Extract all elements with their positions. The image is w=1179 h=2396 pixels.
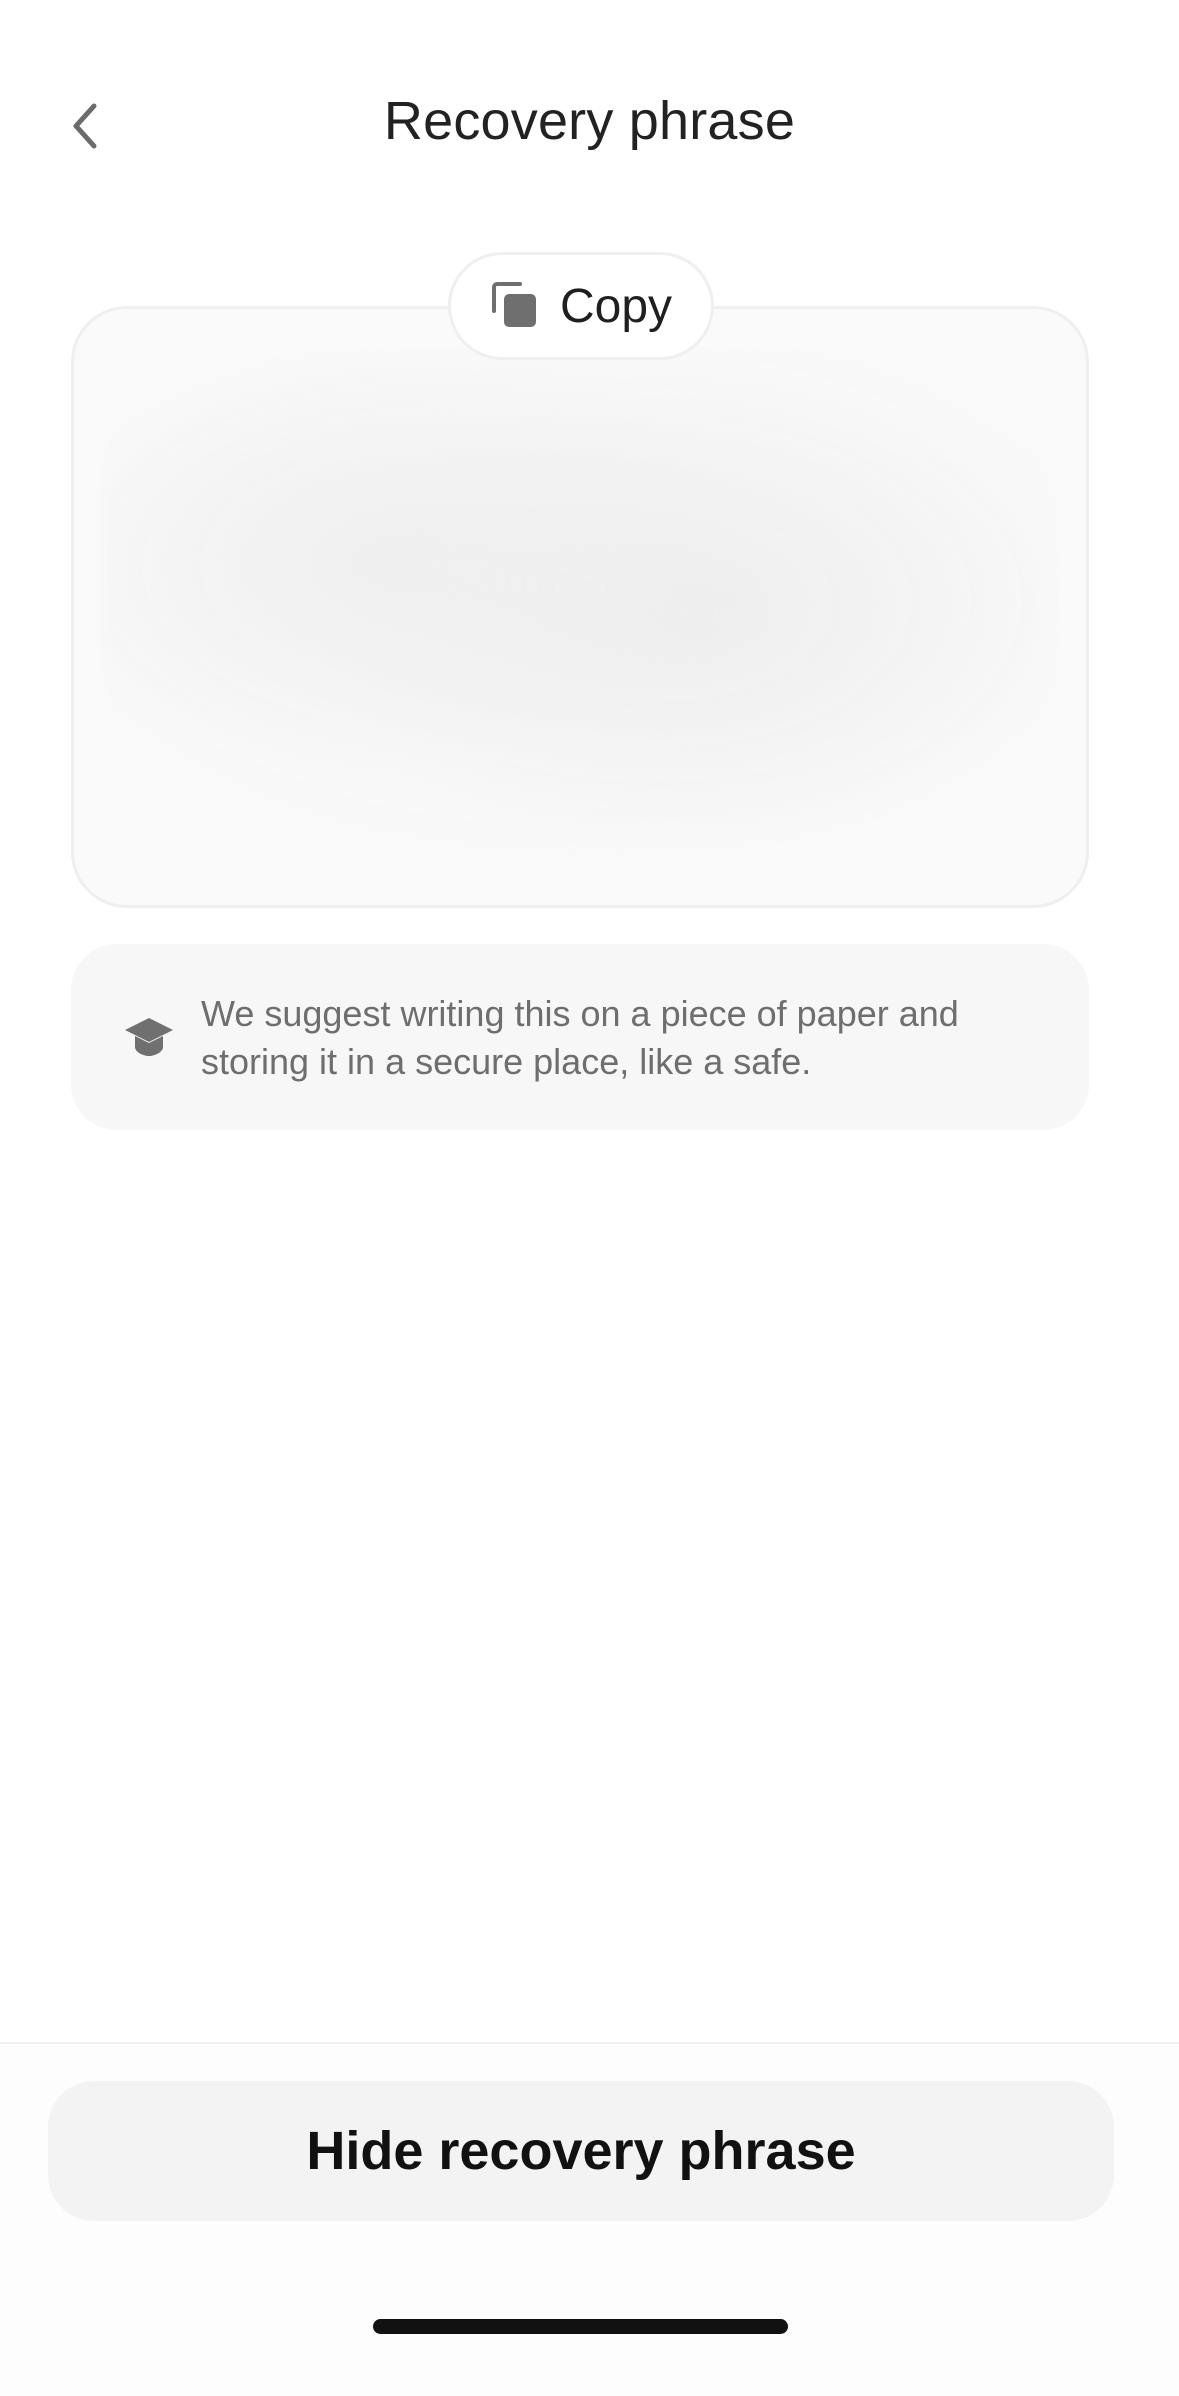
recovery-phrase-screen: Recovery phrase Copy We suggest writing … <box>0 0 1179 2396</box>
tip-box: We suggest writing this on a piece of pa… <box>71 944 1089 1130</box>
copy-button[interactable]: Copy <box>448 252 714 360</box>
hide-recovery-phrase-button[interactable]: Hide recovery phrase <box>48 2081 1114 2221</box>
copy-label: Copy <box>559 279 673 333</box>
recovery-phrase-card <box>71 306 1089 908</box>
home-indicator[interactable] <box>373 2319 788 2334</box>
tip-text: We suggest writing this on a piece of pa… <box>201 993 959 1082</box>
copy-icon <box>491 282 536 327</box>
header: Recovery phrase <box>0 60 1179 190</box>
graduation-cap-icon <box>125 1018 173 1056</box>
page-title: Recovery phrase <box>383 91 796 151</box>
blurred-phrase-area <box>104 349 1056 875</box>
